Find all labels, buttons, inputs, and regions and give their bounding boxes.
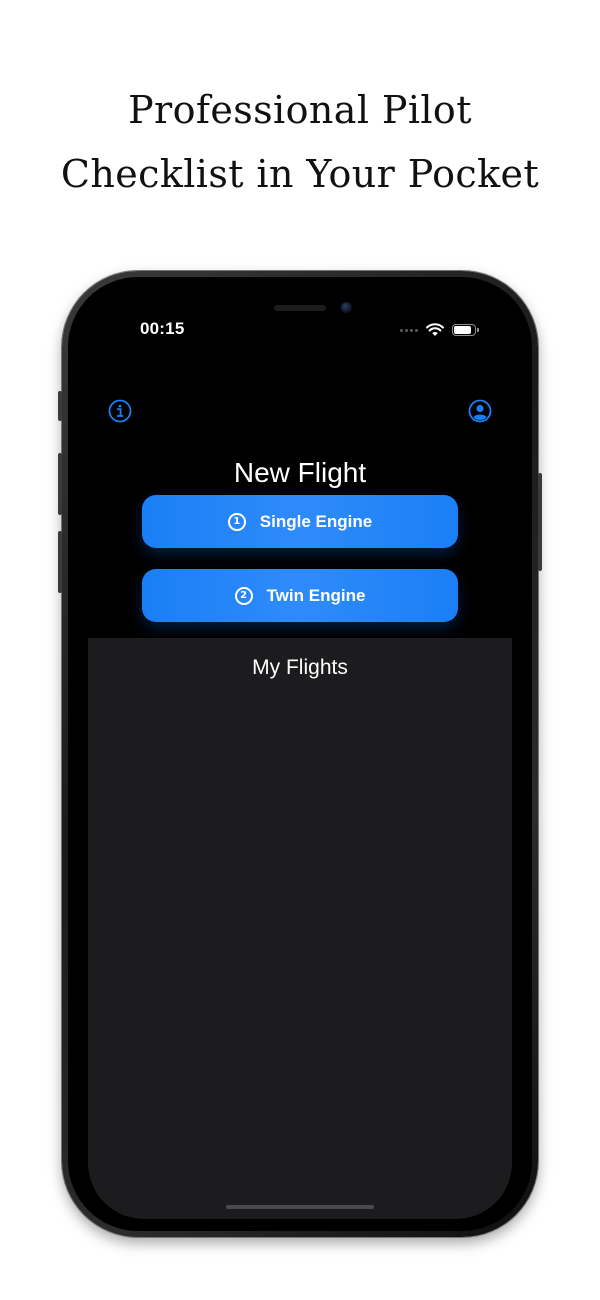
- battery-fill: [454, 326, 471, 334]
- app-store-screenshot: Professional Pilot Checklist in Your Poc…: [0, 0, 600, 1300]
- phone-screen: 00:15 New Flight 1 Single Engine 2 Twin …: [88, 289, 512, 1219]
- number-2-icon: 2: [234, 586, 253, 605]
- silent-switch: [58, 391, 62, 421]
- twin-engine-button[interactable]: 2 Twin Engine: [142, 569, 458, 622]
- earpiece-speaker: [274, 305, 326, 311]
- my-flights-title: My Flights: [252, 656, 348, 679]
- single-engine-button[interactable]: 1 Single Engine: [142, 495, 458, 548]
- twin-engine-label: Twin Engine: [266, 585, 366, 605]
- home-indicator[interactable]: [226, 1205, 374, 1209]
- front-camera: [341, 302, 352, 313]
- headline-line-2: Checklist in Your Pocket: [60, 152, 540, 196]
- info-icon[interactable]: [108, 399, 132, 423]
- battery-icon: [452, 324, 479, 336]
- status-bar-time: 00:15: [140, 319, 185, 338]
- volume-down-button: [58, 531, 62, 593]
- my-flights-panel: My Flights: [88, 638, 512, 1219]
- power-button: [538, 473, 542, 571]
- headline-line-1: Professional Pilot: [128, 88, 472, 132]
- phone-frame: 00:15 New Flight 1 Single Engine 2 Twin …: [58, 271, 542, 1237]
- single-engine-label: Single Engine: [259, 511, 373, 531]
- profile-icon[interactable]: [468, 399, 492, 423]
- signal-dots-icon: [400, 328, 418, 332]
- status-bar-indicators: [400, 321, 479, 339]
- new-flight-title: New Flight: [233, 457, 367, 488]
- wifi-icon: [426, 323, 444, 336]
- volume-up-button: [58, 453, 62, 515]
- number-1-icon: 1: [227, 512, 246, 531]
- marketing-headline: Professional Pilot Checklist in Your Poc…: [0, 78, 600, 206]
